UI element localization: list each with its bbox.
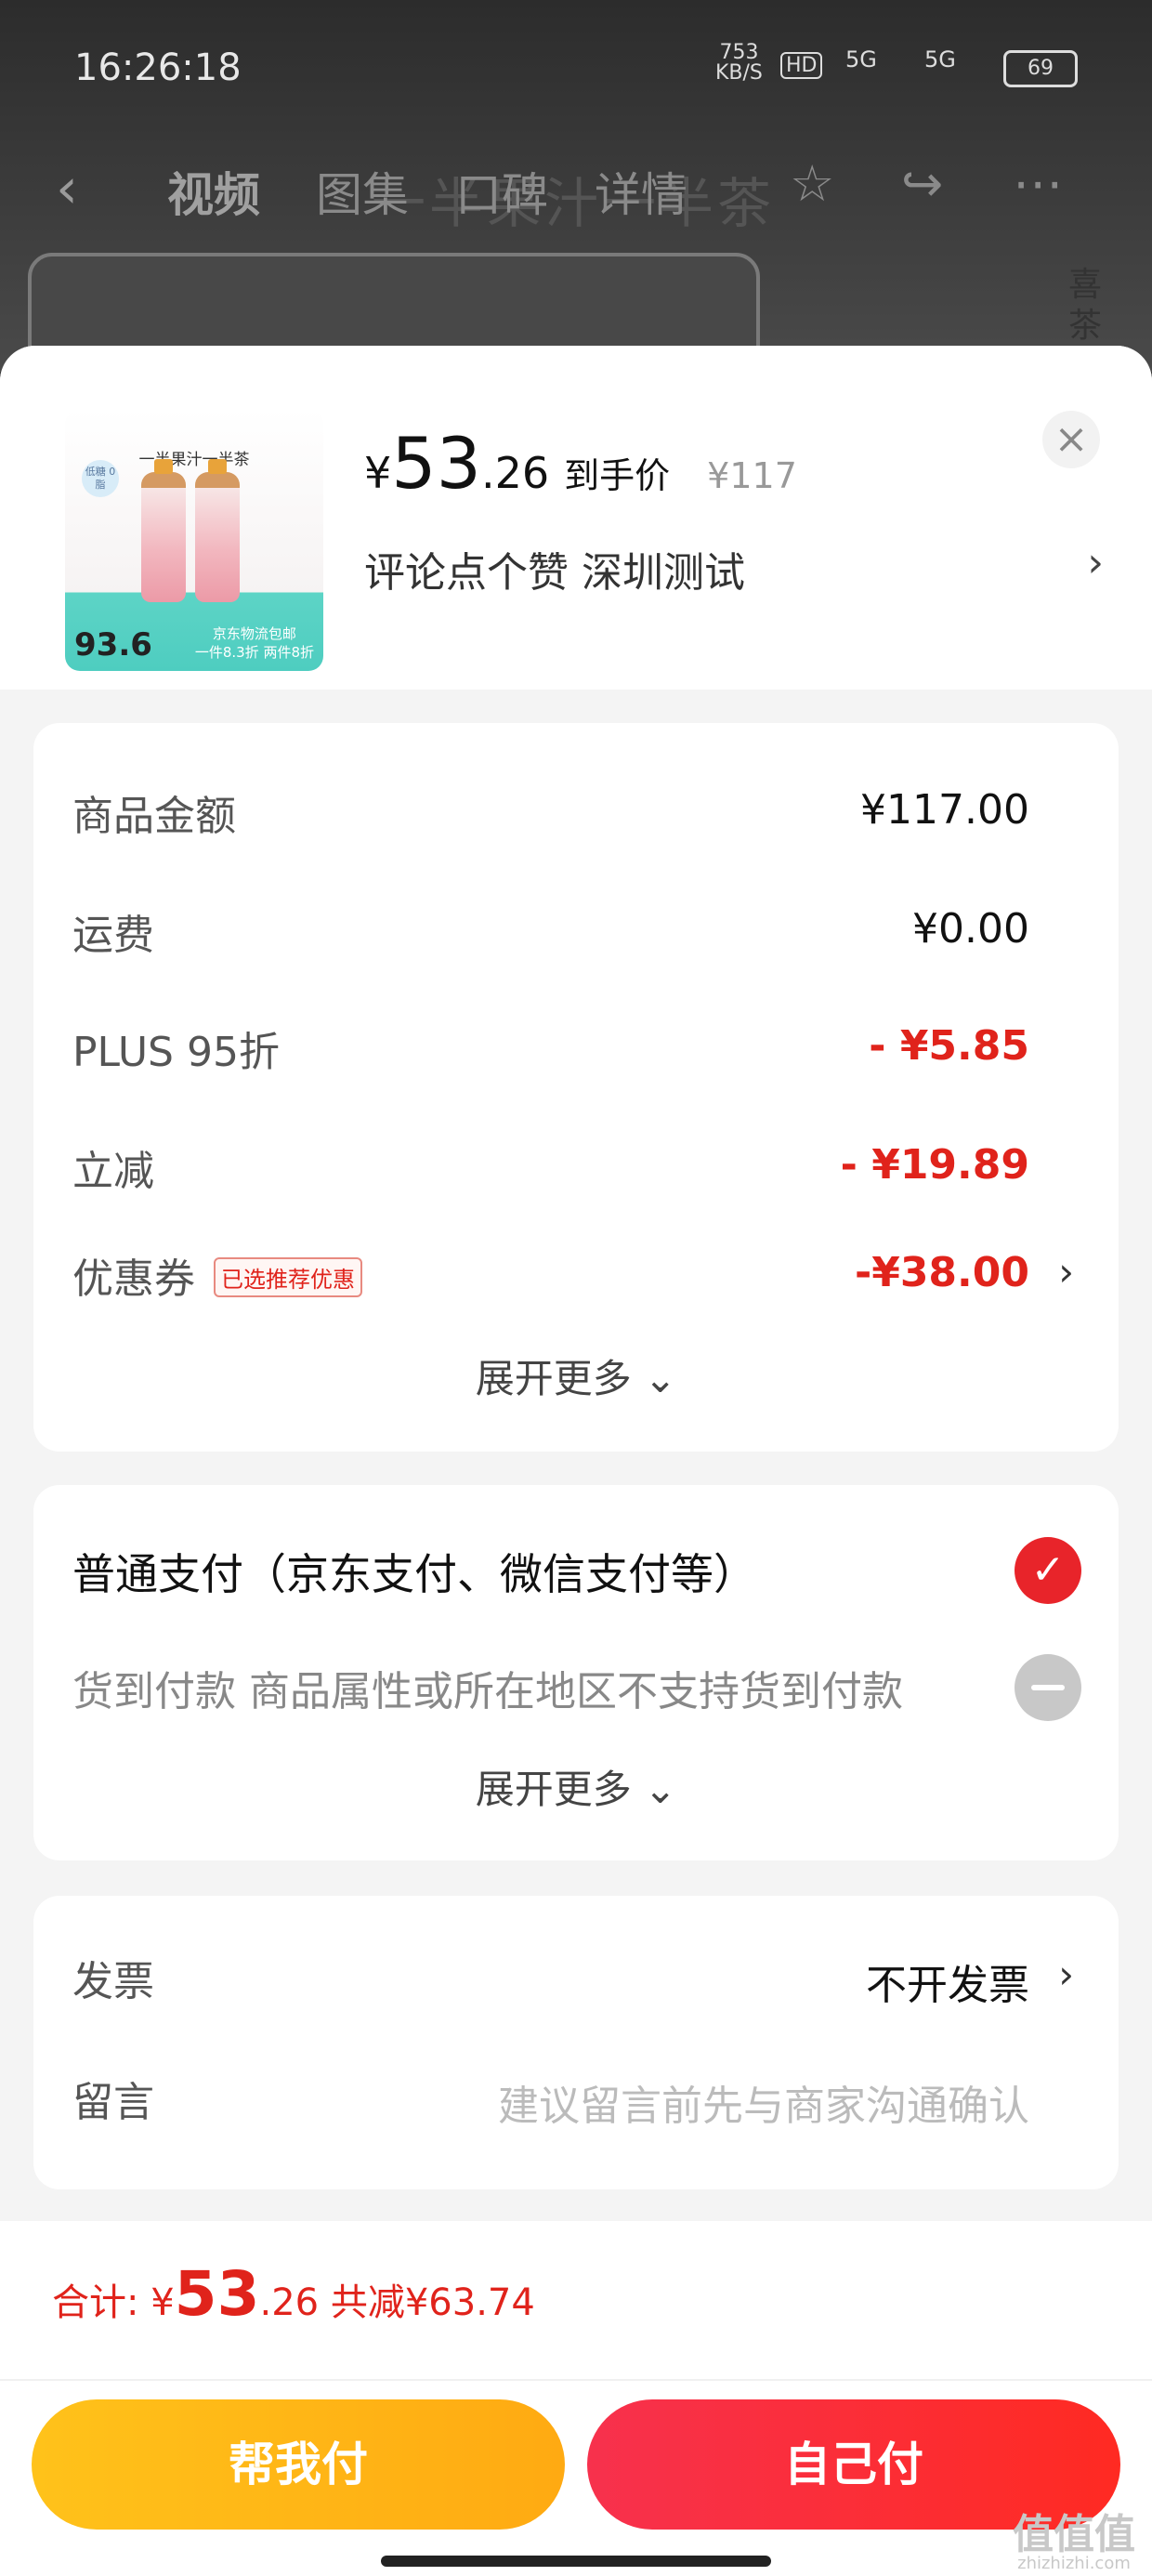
total-discount: 共减¥63.74 bbox=[330, 2281, 535, 2324]
coupon-recommended-tag: 已选推荐优惠 bbox=[214, 1257, 362, 1297]
page-title: 一半果汁一半茶 bbox=[372, 172, 776, 235]
thumbnail-badge: 低糖 0脂 bbox=[82, 460, 119, 497]
disabled-minus-icon bbox=[1015, 1654, 1081, 1721]
row-plus-discount: PLUS 95折 - ¥5.85 bbox=[72, 1022, 1029, 1076]
spec-selector[interactable]: 评论点个赞 深圳测试 bbox=[364, 539, 745, 598]
invoice-message-card: 发票 不开发票 › 留言 建议留言前先与商家沟通确认 bbox=[33, 1896, 1119, 2189]
chevron-down-icon: ⌄ bbox=[644, 1767, 677, 1812]
divider bbox=[0, 2379, 1152, 2381]
chevron-down-icon: ⌄ bbox=[644, 1356, 677, 1401]
network-speed: 753 KB/S bbox=[715, 41, 763, 85]
original-price: ¥117 bbox=[707, 455, 797, 496]
watermark: 值值值 zhizhizhi.com bbox=[1013, 2511, 1135, 2574]
back-chevron-icon[interactable]: ‹ bbox=[56, 156, 78, 221]
status-time: 16:26:18 bbox=[74, 46, 242, 89]
background-side-text: 喜茶 bbox=[1068, 266, 1103, 345]
share-icon[interactable]: ↪ bbox=[901, 154, 943, 213]
message-input[interactable]: 建议留言前先与商家沟通确认 bbox=[498, 2072, 1029, 2132]
expand-more-button[interactable]: 展开更多 ⌄ bbox=[33, 1758, 1119, 1815]
close-icon[interactable]: × bbox=[1042, 411, 1100, 468]
tab-video[interactable]: 视频 bbox=[167, 158, 260, 225]
expand-more-button[interactable]: 展开更多 ⌄ bbox=[33, 1347, 1119, 1404]
help-me-pay-button[interactable]: 帮我付 bbox=[32, 2399, 565, 2530]
row-instant-discount: 立减 - ¥19.89 bbox=[72, 1141, 1029, 1195]
bottle-image bbox=[195, 459, 240, 602]
checkout-sheet: 一半果汁一半茶 低糖 0脂 93.6 京东物流包邮 一件8.3折 两件8折 ¥5… bbox=[0, 346, 1152, 2576]
final-price: ¥53.26 到手价 ¥117 bbox=[364, 422, 797, 505]
total-amount: 合计: ¥53.26 共减¥63.74 bbox=[52, 2258, 535, 2330]
thumbnail-price: 93.6 bbox=[74, 626, 152, 664]
invoice-row[interactable]: 发票 不开发票 › bbox=[72, 1948, 1074, 2009]
tab-details[interactable]: 详情 bbox=[595, 158, 687, 225]
home-indicator[interactable] bbox=[381, 2556, 771, 2567]
bottle-image bbox=[141, 459, 186, 602]
battery-icon: 69 bbox=[1003, 50, 1078, 87]
row-goods-amount: 商品金额 ¥117.00 bbox=[72, 786, 1029, 840]
payment-method-card: 普通支付（京东支付、微信支付等） ✓ 货到付款 商品属性或所在地区不支持货到付款… bbox=[33, 1485, 1119, 1860]
product-header: 一半果汁一半茶 低糖 0脂 93.6 京东物流包邮 一件8.3折 两件8折 ¥5… bbox=[0, 346, 1152, 690]
chevron-right-icon[interactable]: › bbox=[1058, 1249, 1074, 1295]
row-coupon[interactable]: 优惠券 已选推荐优惠 -¥38.00 › bbox=[72, 1245, 1074, 1303]
payment-option-cod: 货到付款 商品属性或所在地区不支持货到付款 bbox=[72, 1654, 1081, 1721]
status-bar: 16:26:18 753 KB/S HD 5G 5G 69 bbox=[74, 37, 1078, 102]
thumbnail-promo: 京东物流包邮 一件8.3折 两件8折 bbox=[194, 625, 314, 661]
chevron-right-icon[interactable]: › bbox=[1058, 1952, 1074, 1997]
row-shipping: 运费 ¥0.00 bbox=[72, 905, 1029, 959]
more-icon[interactable]: ⋯ bbox=[1013, 154, 1063, 213]
tab-gallery[interactable]: 图集 bbox=[316, 158, 409, 225]
chevron-right-icon[interactable]: › bbox=[1087, 539, 1104, 586]
payment-option-normal[interactable]: 普通支付（京东支付、微信支付等） ✓ bbox=[72, 1537, 1081, 1604]
price-breakdown-card: 商品金额 ¥117.00 运费 ¥0.00 PLUS 95折 - ¥5.85 立… bbox=[33, 723, 1119, 1452]
message-row[interactable]: 留言 建议留言前先与商家沟通确认 bbox=[72, 2069, 1029, 2130]
checkout-footer: 合计: ¥53.26 共减¥63.74 帮我付 自己付 值值值 zhizhizh… bbox=[0, 2221, 1152, 2576]
signal-5g-icon: 5G bbox=[845, 46, 877, 72]
star-icon[interactable]: ☆ bbox=[790, 154, 834, 213]
background-page: 16:26:18 753 KB/S HD 5G 5G 69 一半果汁一半茶 ‹ 视… bbox=[0, 0, 1152, 390]
price-tag: 到手价 bbox=[564, 455, 671, 496]
top-nav: 一半果汁一半茶 ‹ 视频 图集 口碑 详情 ☆ ↪ ⋯ bbox=[56, 149, 1115, 235]
tab-reviews[interactable]: 口碑 bbox=[455, 158, 548, 225]
check-selected-icon[interactable]: ✓ bbox=[1015, 1537, 1081, 1604]
product-thumbnail: 一半果汁一半茶 低糖 0脂 93.6 京东物流包邮 一件8.3折 两件8折 bbox=[65, 409, 323, 671]
hd-badge: HD bbox=[780, 52, 823, 79]
pay-myself-button[interactable]: 自己付 bbox=[587, 2399, 1120, 2530]
signal-5g-icon-2: 5G bbox=[924, 46, 956, 72]
